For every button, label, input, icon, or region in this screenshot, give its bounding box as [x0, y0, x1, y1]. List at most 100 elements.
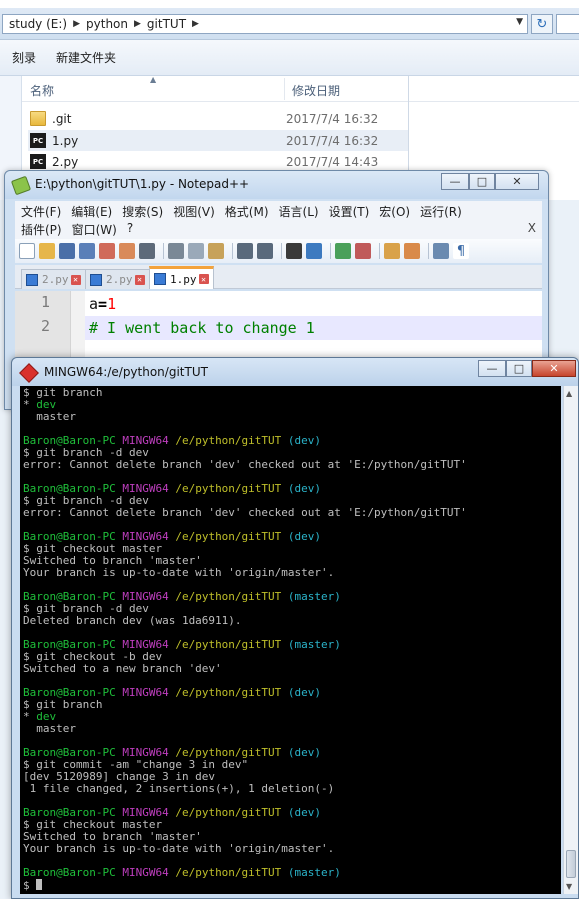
show-all-characters-icon[interactable]: ¶: [453, 243, 469, 259]
menu-item[interactable]: 设置(T): [329, 203, 370, 220]
code-line-1[interactable]: a=1: [85, 292, 542, 316]
terminal-line: $ git branch: [23, 387, 561, 399]
python-file-icon: PC: [30, 133, 46, 148]
zoom-out-icon[interactable]: [355, 243, 371, 259]
file-name: 1.py: [52, 133, 79, 148]
terminal-text-segment: /e/python/gitTUT: [175, 866, 288, 879]
terminal-text-segment: (dev): [287, 434, 322, 447]
menu-item[interactable]: 运行(R): [420, 203, 462, 220]
tab-close-icon[interactable]: ✕: [70, 274, 81, 285]
tab-1py[interactable]: 1.py ✕: [149, 266, 214, 289]
terminal-text-segment: /e/python/gitTUT: [175, 686, 288, 699]
menu-item[interactable]: 编辑(E): [71, 203, 112, 220]
replace-icon[interactable]: [306, 243, 322, 259]
terminal-line: * dev: [23, 711, 561, 723]
file-row-2py[interactable]: PC 2.py 2017/7/4 14:43: [28, 151, 408, 172]
burn-button[interactable]: 刻录: [12, 49, 36, 66]
print-icon[interactable]: [139, 243, 155, 259]
terminal-output[interactable]: $ git branch * dev master Baron@Baron-PC M…: [20, 386, 561, 894]
terminal-text-segment: /e/python/gitTUT: [175, 590, 288, 603]
undo-icon[interactable]: [237, 243, 253, 259]
breadcrumb-folder-python[interactable]: python: [86, 17, 134, 31]
scrollbar-thumb[interactable]: [566, 850, 576, 878]
terminal-title: MINGW64:/e/python/gitTUT: [44, 365, 208, 379]
menu-item[interactable]: 视图(V): [173, 203, 215, 220]
terminal-line: 1 file changed, 2 insertions(+), 1 delet…: [23, 783, 561, 795]
tab-close-icon[interactable]: ✕: [134, 274, 145, 285]
minimize-button[interactable]: —: [478, 360, 506, 377]
file-name: 2.py: [52, 154, 79, 169]
file-row-1py[interactable]: PC 1.py 2017/7/4 16:32: [28, 130, 408, 151]
menu-item[interactable]: ?: [127, 221, 133, 238]
refresh-button[interactable]: ↻: [531, 14, 553, 34]
maximize-button[interactable]: □: [469, 173, 495, 190]
notepadpp-titlebar[interactable]: E:\python\gitTUT\1.py - Notepad++ — □ ✕: [5, 171, 548, 199]
folder-icon: [30, 111, 46, 126]
search-box[interactable]: [556, 14, 579, 34]
breadcrumb-drive[interactable]: study (E:): [9, 17, 73, 31]
address-dropdown-icon[interactable]: ▼: [516, 17, 523, 27]
chevron-right-icon[interactable]: ▶: [73, 19, 86, 29]
sync-vertical-icon[interactable]: [384, 243, 400, 259]
find-icon[interactable]: [286, 243, 302, 259]
close-button[interactable]: ✕: [495, 173, 539, 190]
new-folder-button[interactable]: 新建文件夹: [56, 49, 116, 66]
chevron-right-icon[interactable]: ▶: [134, 19, 147, 29]
menu-item[interactable]: 宏(O): [379, 203, 410, 220]
close-document-button[interactable]: X: [528, 221, 536, 235]
close-file-icon[interactable]: [99, 243, 115, 259]
word-wrap-icon[interactable]: [433, 243, 449, 259]
column-header-date[interactable]: 修改日期: [292, 82, 340, 99]
scroll-up-icon[interactable]: ▲: [566, 389, 572, 398]
terminal-line: Your branch is up-to-date with 'origin/m…: [23, 567, 561, 579]
tab-label: 2.py: [106, 273, 133, 286]
open-file-icon[interactable]: [39, 243, 55, 259]
menu-item[interactable]: 文件(F): [21, 203, 61, 220]
terminal-text-segment: (master): [287, 638, 341, 651]
terminal-titlebar[interactable]: MINGW64:/e/python/gitTUT — □ ✕: [12, 358, 578, 386]
close-all-icon[interactable]: [119, 243, 135, 259]
terminal-line: error: Cannot delete branch 'dev' checke…: [23, 459, 561, 471]
menu-item[interactable]: 格式(M): [225, 203, 269, 220]
address-box[interactable]: study (E:) ▶ python ▶ gitTUT ▶ ▼: [2, 14, 528, 34]
terminal-cursor: [36, 879, 43, 890]
tab-2py-second[interactable]: 2.py ✕: [85, 269, 150, 289]
document-tabs: 2.py ✕ 2.py ✕ 1.py ✕: [15, 265, 542, 289]
terminal-line: Switched to a new branch 'dev': [23, 663, 561, 675]
minimize-button[interactable]: —: [441, 173, 469, 190]
scroll-down-icon[interactable]: ▼: [566, 882, 572, 891]
terminal-line: master: [23, 723, 561, 735]
terminal-text-segment: master: [23, 722, 76, 735]
menu-item[interactable]: 插件(P): [21, 221, 62, 238]
column-header-name[interactable]: 名称: [30, 82, 54, 99]
maximize-icon: □: [476, 175, 488, 188]
sync-horizontal-icon[interactable]: [404, 243, 420, 259]
new-file-icon[interactable]: [19, 243, 35, 259]
column-divider[interactable]: [284, 78, 285, 100]
terminal-text-segment: 1 file changed, 2 insertions(+), 1 delet…: [23, 782, 335, 795]
maximize-button[interactable]: □: [506, 360, 532, 377]
toolbar: ¶: [15, 239, 542, 263]
copy-icon[interactable]: [188, 243, 204, 259]
close-button[interactable]: ✕: [532, 360, 576, 377]
paste-icon[interactable]: [208, 243, 224, 259]
save-icon[interactable]: [59, 243, 75, 259]
menu-item[interactable]: 搜索(S): [122, 203, 163, 220]
chevron-right-icon[interactable]: ▶: [192, 19, 205, 29]
line-number: 1: [40, 293, 50, 311]
toolbar-separator: [379, 243, 380, 259]
terminal-text-segment: /e/python/gitTUT: [175, 530, 288, 543]
tab-close-icon[interactable]: ✕: [198, 274, 209, 284]
save-all-icon[interactable]: [79, 243, 95, 259]
cut-icon[interactable]: [168, 243, 184, 259]
redo-icon[interactable]: [257, 243, 273, 259]
zoom-in-icon[interactable]: [335, 243, 351, 259]
tab-2py-first[interactable]: 2.py ✕: [21, 269, 86, 289]
menu-item[interactable]: 语言(L): [279, 203, 319, 220]
minimize-icon: —: [486, 362, 498, 375]
terminal-scrollbar[interactable]: ▲ ▼: [563, 386, 578, 894]
code-line-2[interactable]: # I went back to change 1: [85, 316, 542, 340]
menu-item[interactable]: 窗口(W): [72, 221, 117, 238]
breadcrumb-folder-gittut[interactable]: gitTUT: [147, 17, 192, 31]
file-row-git[interactable]: .git 2017/7/4 16:32: [28, 108, 408, 129]
